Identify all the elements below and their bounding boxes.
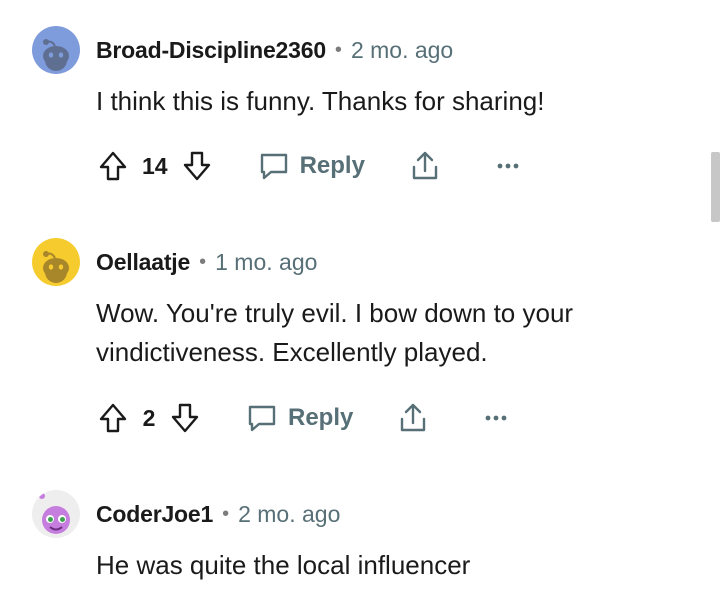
- reply-button[interactable]: Reply: [258, 150, 365, 182]
- comment-header: CoderJoe1 • 2 mo. ago: [32, 488, 340, 540]
- reply-label: Reply: [299, 152, 365, 179]
- username[interactable]: Broad-Discipline2360: [96, 37, 326, 64]
- more-options-icon[interactable]: [497, 162, 519, 170]
- comment-header: Broad-Discipline2360 • 2 mo. ago: [32, 24, 453, 76]
- snoo-avatar-icon[interactable]: [32, 26, 80, 74]
- downvote-icon[interactable]: [180, 149, 214, 183]
- more-options-icon[interactable]: [485, 414, 507, 422]
- username[interactable]: CoderJoe1: [96, 501, 213, 528]
- comment-actions: 14 Reply: [96, 144, 519, 188]
- comment-body: He was quite the local influencer: [96, 550, 471, 580]
- speech-bubble-icon: [260, 153, 287, 180]
- upvote-icon[interactable]: [96, 149, 130, 183]
- snoo-alien-avatar-icon[interactable]: [32, 490, 80, 538]
- comment-header: Oellaatje • 1 mo. ago: [32, 236, 317, 288]
- comment-body: Wow. You're truly evil. I bow down to yo…: [96, 298, 574, 367]
- share-icon[interactable]: [409, 149, 441, 183]
- vote-score: 2: [142, 404, 156, 431]
- vote-score: 14: [142, 152, 168, 179]
- comment-body: I think this is funny. Thanks for sharin…: [96, 86, 545, 116]
- comment-timestamp: 1 mo. ago: [215, 248, 318, 275]
- speech-bubble-icon: [248, 405, 276, 432]
- snoo-avatar-icon[interactable]: [32, 238, 80, 286]
- reply-button[interactable]: Reply: [246, 402, 353, 434]
- reply-label: Reply: [288, 404, 354, 431]
- comment-actions: 2 Reply: [96, 396, 507, 440]
- scrollbar-thumb[interactable]: [711, 152, 720, 222]
- comment-timestamp: 2 mo. ago: [238, 500, 341, 527]
- downvote-icon[interactable]: [168, 401, 202, 435]
- upvote-icon[interactable]: [96, 401, 130, 435]
- meta-separator: •: [199, 250, 207, 273]
- comment-timestamp: 2 mo. ago: [350, 36, 454, 63]
- username[interactable]: Oellaatje: [96, 249, 190, 276]
- meta-separator: •: [222, 502, 230, 525]
- meta-separator: •: [334, 38, 342, 61]
- share-icon[interactable]: [397, 401, 429, 435]
- comment-thread: Broad-Discipline2360 • 2 mo. ago I think…: [0, 0, 720, 607]
